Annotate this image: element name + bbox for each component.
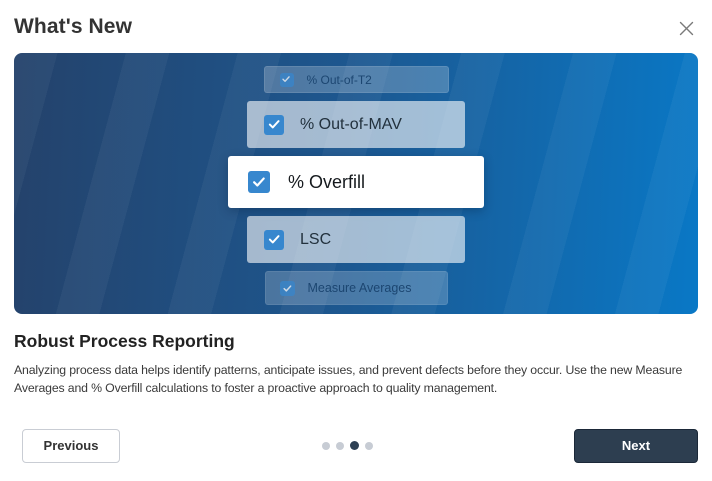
checklist-item-label: % Out-of-MAV [300, 116, 402, 134]
dialog-title: What's New [14, 15, 132, 39]
pagination-dot[interactable] [322, 442, 330, 450]
dialog-footer: Previous Next [14, 429, 698, 463]
checkbox-checked-icon [264, 230, 284, 250]
whats-new-dialog: What's New % Out-of-T2 % Out-of-MAV % Over… [0, 0, 712, 481]
checkbox-checked-icon [248, 171, 270, 193]
hero-illustration: % Out-of-T2 % Out-of-MAV % Overfill LSC Meas… [14, 53, 698, 314]
checklist-item-label: % Overfill [288, 172, 365, 193]
previous-button[interactable]: Previous [22, 429, 120, 463]
hero-checklist: % Out-of-T2 % Out-of-MAV % Overfill LSC Meas… [228, 66, 484, 305]
feature-description: Analyzing process data helps identify pa… [14, 361, 698, 398]
checkbox-checked-icon [280, 281, 295, 296]
checklist-item-label: % Out-of-T2 [307, 73, 372, 87]
checkbox-checked-icon [280, 73, 294, 87]
close-button[interactable] [675, 17, 698, 40]
checklist-item-lsc: LSC [247, 216, 465, 263]
checklist-item-overfill: % Overfill [228, 156, 484, 208]
pagination-dot[interactable] [365, 442, 373, 450]
pagination-dot[interactable] [350, 441, 359, 450]
close-icon [679, 21, 694, 36]
checklist-item-out-of-mav: % Out-of-MAV [247, 101, 465, 148]
checklist-item-measure-averages: Measure Averages [265, 271, 448, 305]
feature-heading: Robust Process Reporting [14, 331, 698, 352]
pagination-dot[interactable] [336, 442, 344, 450]
dialog-header: What's New [14, 15, 698, 40]
checkbox-checked-icon [264, 115, 284, 135]
checklist-item-out-of-t2: % Out-of-T2 [264, 66, 449, 93]
pagination-dots [322, 441, 373, 450]
checklist-item-label: Measure Averages [308, 281, 412, 295]
next-button[interactable]: Next [574, 429, 698, 463]
checklist-item-label: LSC [300, 231, 331, 249]
